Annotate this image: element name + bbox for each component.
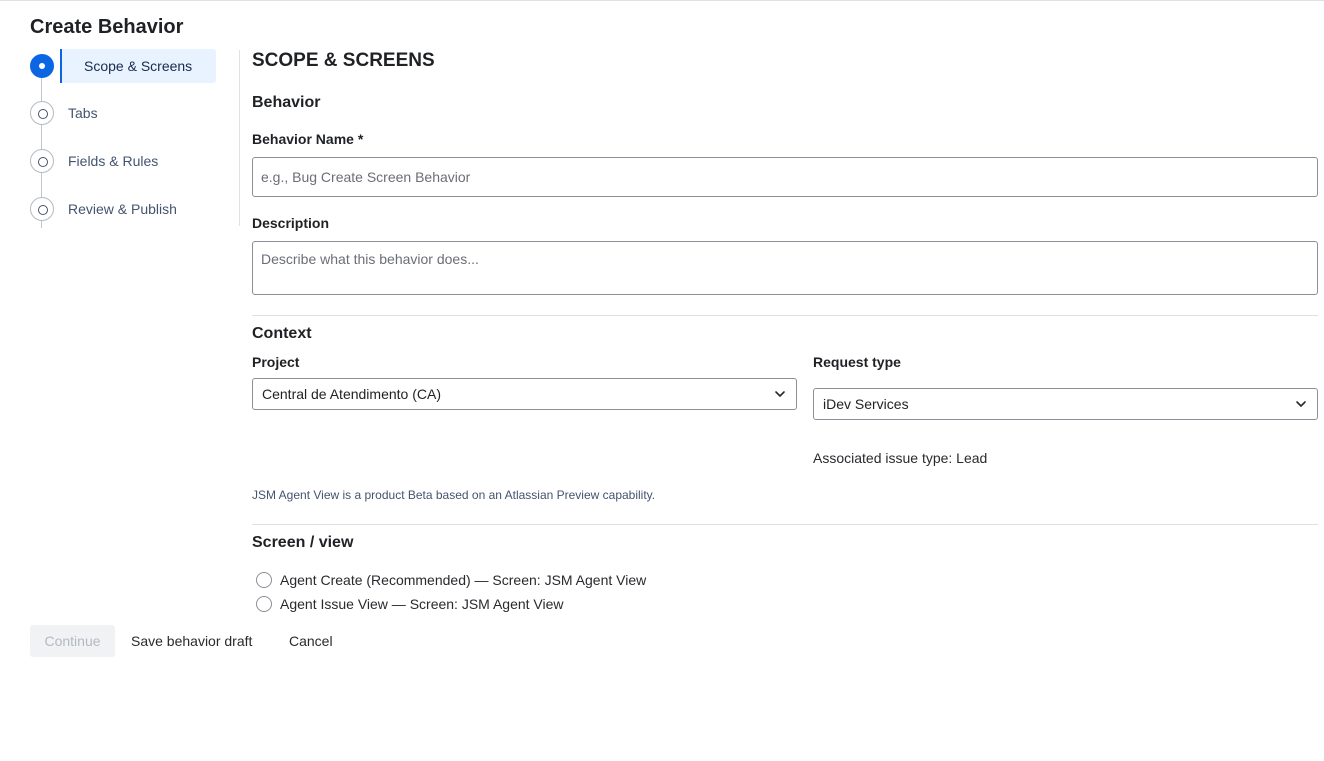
screen-option-agent-create[interactable]: Agent Create (Recommended) — Screen: JSM…	[256, 572, 646, 588]
screen-view-heading: Screen / view	[252, 534, 354, 551]
screen-option-label: Agent Issue View — Screen: JSM Agent Vie…	[280, 596, 564, 612]
step-label: Fields & Rules	[68, 153, 159, 169]
behavior-name-label: Behavior Name *	[252, 131, 364, 147]
step-label: Scope & Screens	[60, 49, 216, 83]
step-review-publish[interactable]: Review & Publish	[30, 191, 177, 227]
section-divider	[252, 315, 1318, 316]
step-tabs[interactable]: Tabs	[30, 95, 98, 131]
chevron-down-icon	[775, 391, 785, 397]
project-label: Project	[252, 354, 300, 370]
stepper-divider	[239, 50, 240, 226]
step-label: Review & Publish	[68, 201, 177, 217]
step-circle-icon	[30, 149, 54, 173]
radio-button[interactable]	[256, 572, 272, 588]
chevron-down-icon	[1296, 401, 1306, 407]
description-textarea[interactable]	[252, 241, 1318, 295]
section-title: SCOPE & SCREENS	[252, 50, 435, 71]
associated-issue-type: Associated issue type: Lead	[813, 450, 988, 466]
description-label: Description	[252, 215, 330, 231]
step-scope-screens[interactable]: Scope & Screens	[30, 48, 216, 84]
beta-note: JSM Agent View is a product Beta based o…	[252, 488, 656, 502]
request-type-select[interactable]: iDev Services	[813, 388, 1318, 420]
continue-button[interactable]: Continue	[30, 625, 115, 657]
radio-button[interactable]	[256, 596, 272, 612]
request-type-select-value: iDev Services	[823, 396, 909, 412]
screen-option-label: Agent Create (Recommended) — Screen: JSM…	[280, 572, 647, 588]
project-select[interactable]: Central de Atendimento (CA)	[252, 378, 797, 410]
top-border	[0, 0, 1324, 1]
project-select-value: Central de Atendimento (CA)	[262, 386, 441, 402]
save-draft-button[interactable]: Save behavior draft	[131, 625, 252, 657]
step-active-icon	[30, 54, 54, 78]
page-title: Create Behavior	[30, 16, 184, 38]
step-circle-icon	[30, 197, 54, 221]
section-divider	[252, 524, 1318, 525]
cancel-button[interactable]: Cancel	[289, 625, 333, 657]
behavior-heading: Behavior	[252, 94, 321, 111]
screen-option-agent-issue-view[interactable]: Agent Issue View — Screen: JSM Agent Vie…	[256, 596, 564, 612]
request-type-label: Request type	[813, 354, 901, 370]
behavior-name-input[interactable]	[252, 157, 1318, 197]
step-label: Tabs	[68, 105, 98, 121]
context-heading: Context	[252, 325, 312, 342]
step-fields-rules[interactable]: Fields & Rules	[30, 143, 158, 179]
step-circle-icon	[30, 101, 54, 125]
